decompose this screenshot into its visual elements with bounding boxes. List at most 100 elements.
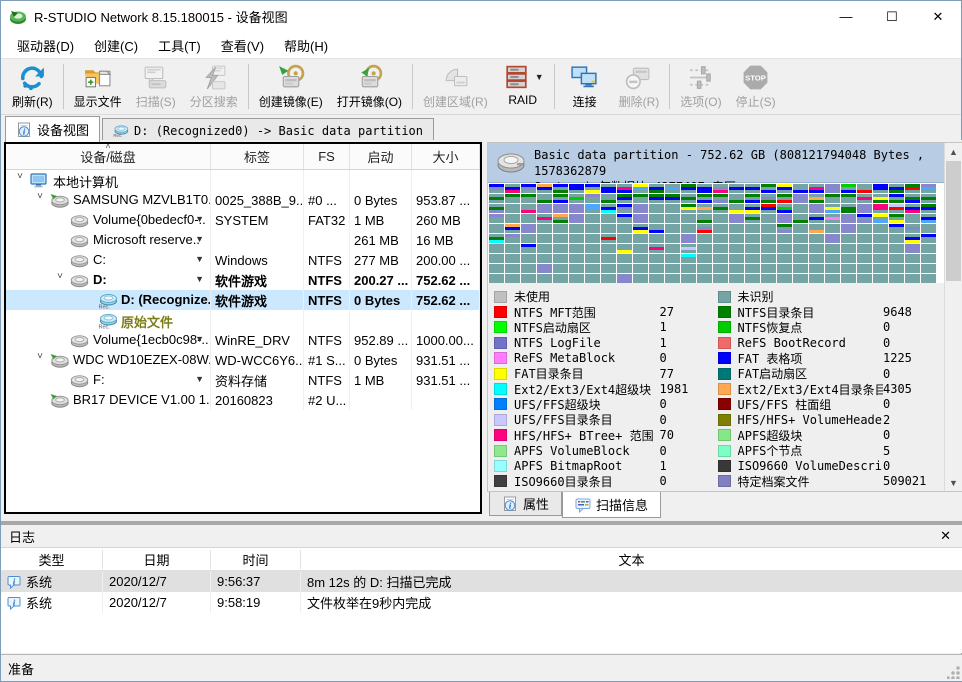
map-block <box>809 224 824 233</box>
map-block <box>569 224 584 233</box>
toolbar-button-1[interactable]: 显示文件 <box>67 59 129 114</box>
device-row-0[interactable]: ˅本地计算机 <box>6 170 480 190</box>
row-dropdown-icon[interactable]: ▼ <box>195 334 204 344</box>
row-dropdown-icon[interactable]: ▼ <box>195 374 204 384</box>
device-row-4[interactable]: C:▼WindowsNTFS277 MB200.00 ... <box>6 250 480 270</box>
toolbar-button-11[interactable]: STOP停止(S) <box>729 59 783 114</box>
scan-info-panel: Basic data partition - 752.62 GB (808121… <box>487 142 962 492</box>
menu-item-2[interactable]: 工具(T) <box>148 33 211 58</box>
map-block <box>601 244 616 253</box>
row-dropdown-icon[interactable]: ▼ <box>195 254 204 264</box>
map-block <box>873 264 888 273</box>
toolbar-button-0[interactable]: 刷新(R) <box>5 59 60 114</box>
legend-item-right-1: NTFS目录条目9648 <box>718 304 942 319</box>
device-row-6[interactable]: Rec.D: (Recognize...软件游戏NTFS0 Bytes752.6… <box>6 290 480 310</box>
map-block <box>921 234 936 243</box>
toolbar-button-7[interactable]: ▼RAID <box>495 59 551 114</box>
toolbar-button-8[interactable]: 连接 <box>558 59 612 114</box>
map-block <box>489 244 504 253</box>
map-block <box>745 184 760 193</box>
map-block <box>713 194 728 203</box>
row-dropdown-icon[interactable]: ▼ <box>195 214 204 224</box>
minimize-button[interactable]: — <box>823 1 869 32</box>
device-column-header-1[interactable]: 标签 <box>211 144 304 169</box>
log-column-header-1[interactable]: 日期 <box>103 550 211 569</box>
device-column-header-0[interactable]: 设备/磁盘˄ <box>6 144 211 169</box>
log-column-header-0[interactable]: 类型 <box>1 550 103 569</box>
bottom-tab-1[interactable]: 扫描信息 <box>562 492 661 518</box>
map-block <box>505 254 520 263</box>
expand-chevron-icon[interactable]: ˅ <box>34 351 46 362</box>
device-row-10[interactable]: F:▼资料存储NTFS1 MB931.51 ... <box>6 370 480 390</box>
log-row-1[interactable]: i系统2020/12/79:58:19文件枚举在9秒内完成 <box>1 592 962 613</box>
expand-chevron-icon[interactable]: ˅ <box>14 171 26 182</box>
device-row-2[interactable]: Volume{0bedecf0-..▼SYSTEMFAT321 MB260 MB <box>6 210 480 230</box>
device-row-3[interactable]: Microsoft reserve..▼261 MB16 MB <box>6 230 480 250</box>
device-row-5[interactable]: ˅D:▼软件游戏NTFS200.27 ...752.62 ... <box>6 270 480 290</box>
row-dropdown-icon[interactable]: ▼ <box>195 274 204 284</box>
legend-color-swatch <box>718 368 731 380</box>
map-block <box>681 224 696 233</box>
device-row-11[interactable]: BR17 DEVICE V1.00 1....20160823#2 U... <box>6 390 480 410</box>
menu-item-0[interactable]: 驱动器(D) <box>7 33 84 58</box>
expand-chevron-icon[interactable]: ˅ <box>54 271 66 282</box>
info-bubble-icon: i <box>7 596 21 610</box>
toolbar-button-9[interactable]: 删除(R) <box>612 59 667 114</box>
maximize-button[interactable]: ☐ <box>869 1 915 32</box>
map-block <box>553 214 568 223</box>
scroll-down-icon[interactable]: ▼ <box>945 474 962 491</box>
device-cell-label: 软件游戏 <box>211 290 304 310</box>
device-cell-fs: FAT32 <box>304 210 350 230</box>
legend-count: 0 <box>883 459 941 473</box>
expand-chevron-icon[interactable]: ˅ <box>34 191 46 202</box>
map-block <box>521 274 536 283</box>
log-close-icon[interactable]: ✕ <box>936 528 955 544</box>
device-row-8[interactable]: Volume{1ecb0c98-..▼WinRE_DRVNTFS952.89 .… <box>6 330 480 350</box>
view-tab-0[interactable]: i设备视图 <box>5 116 100 142</box>
device-column-header-2[interactable]: FS <box>304 144 350 169</box>
menu-item-3[interactable]: 查看(V) <box>211 33 274 58</box>
connect-icon <box>570 62 600 92</box>
device-column-header-4[interactable]: 大小 <box>412 144 480 169</box>
map-block <box>873 184 888 193</box>
device-row-7[interactable]: Rec.原始文件 <box>6 310 480 330</box>
legend-item-right-3: ReFS BootRecord0 <box>718 335 942 350</box>
map-block <box>857 204 872 213</box>
view-tab-1[interactable]: Rec.D: (Recognized0) -> Basic data parti… <box>102 118 434 142</box>
scroll-thumb[interactable] <box>946 161 961 281</box>
dropdown-arrow-icon[interactable]: ▼ <box>535 72 544 82</box>
toolbar-button-6[interactable]: 创建区域(R) <box>416 59 495 114</box>
map-block <box>633 184 648 193</box>
map-block <box>793 204 808 213</box>
map-block <box>857 244 872 253</box>
bottom-tab-0[interactable]: i属性 <box>489 492 562 516</box>
menu-item-1[interactable]: 创建(C) <box>84 33 148 58</box>
toolbar-button-5[interactable]: 打开镜像(O) <box>330 59 409 114</box>
menu-item-4[interactable]: 帮助(H) <box>274 33 338 58</box>
device-cell-start <box>350 390 412 410</box>
scroll-up-icon[interactable]: ▲ <box>945 143 962 160</box>
map-block <box>761 264 776 273</box>
map-block <box>713 214 728 223</box>
toolbar-button-4[interactable]: 创建镜像(E) <box>252 59 330 114</box>
map-block <box>713 244 728 253</box>
map-block <box>713 264 728 273</box>
map-block <box>841 184 856 193</box>
toolbar-button-2[interactable]: 扫描(S) <box>129 59 183 114</box>
device-column-header-3[interactable]: 启动 <box>350 144 412 169</box>
scrollbar-vertical[interactable]: ▲ ▼ <box>944 143 962 491</box>
toolbar-button-10[interactable]: 选项(O) <box>673 59 728 114</box>
log-row-0[interactable]: i系统2020/12/79:56:378m 12s 的 D: 扫描已完成 <box>1 571 962 592</box>
log-column-header-2[interactable]: 时间 <box>211 550 301 569</box>
resize-grip[interactable] <box>947 665 961 679</box>
map-block <box>553 234 568 243</box>
device-row-1[interactable]: ˅SAMSUNG MZVLB1T0...0025_388B_9...#0 ...… <box>6 190 480 210</box>
map-block <box>697 184 712 193</box>
close-button[interactable]: ✕ <box>915 1 961 32</box>
row-dropdown-icon[interactable]: ▼ <box>195 234 204 244</box>
device-row-9[interactable]: ˅WDC WD10EZEX-08W...WD-WCC6Y6...#1 S...0… <box>6 350 480 370</box>
map-block <box>537 274 552 283</box>
toolbar-button-3[interactable]: 分区搜索 <box>183 59 245 114</box>
map-block <box>617 254 632 263</box>
log-column-header-3[interactable]: 文本 <box>301 550 962 569</box>
